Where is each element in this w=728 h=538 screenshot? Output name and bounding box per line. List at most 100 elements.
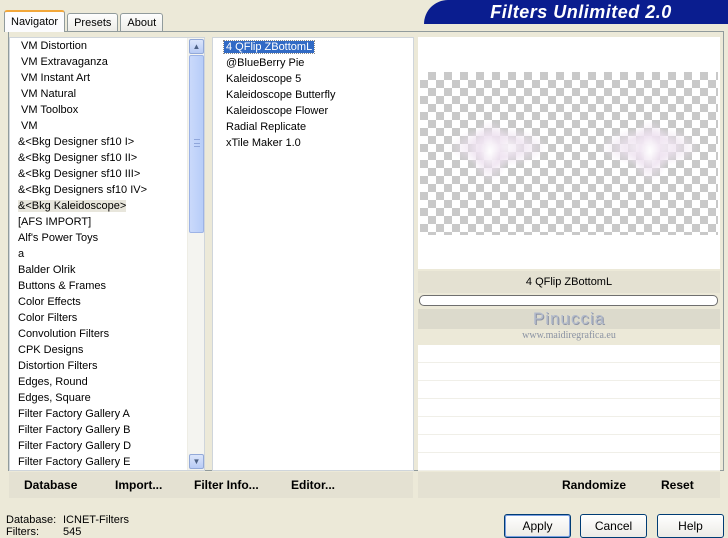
tab-about[interactable]: About	[120, 13, 164, 32]
filter-item[interactable]: xTile Maker 1.0	[213, 135, 413, 151]
category-item[interactable]: Buttons & Frames	[10, 278, 187, 294]
filter-item-label: xTile Maker 1.0	[226, 137, 301, 149]
category-item-label: Buttons & Frames	[18, 280, 107, 292]
scroll-up-icon[interactable]: ▲	[189, 39, 204, 54]
bottom-toolbar: Database Import... Filter Info... Editor…	[9, 472, 720, 498]
filter-item[interactable]: 4 QFlip ZBottomL	[213, 39, 413, 55]
category-item-label: Color Filters	[18, 312, 78, 324]
category-item-label: VM Extravaganza	[21, 56, 108, 68]
parameter-rows	[418, 329, 720, 471]
status-info: Database: ICNET-Filters Filters: 545	[6, 514, 129, 538]
preview-panel: 4 QFlip ZBottomL Pinuccia www.maidiregra…	[418, 37, 720, 471]
watermark: Pinuccia www.maidiregrafica.eu	[418, 309, 720, 341]
filter-item[interactable]: Kaleidoscope Flower	[213, 103, 413, 119]
scroll-thumb[interactable]	[189, 55, 204, 233]
filter-item-label: Kaleidoscope Flower	[226, 105, 329, 117]
category-item[interactable]: [AFS IMPORT]	[10, 214, 187, 230]
category-item[interactable]: Distortion Filters	[10, 358, 187, 374]
category-item[interactable]: &<Bkg Designer sf10 II>	[10, 150, 187, 166]
cancel-button[interactable]: Cancel	[580, 514, 647, 538]
watermark-name: Pinuccia	[532, 309, 606, 328]
category-item[interactable]: Edges, Round	[10, 374, 187, 390]
category-item-label: VM Instant Art	[21, 72, 91, 84]
category-item[interactable]: VM Instant Art	[10, 70, 187, 86]
category-item[interactable]: VM Extravaganza	[10, 54, 187, 70]
category-item-label: Filter Factory Gallery A	[18, 408, 130, 420]
category-item-label: Convolution Filters	[18, 328, 110, 340]
apply-button[interactable]: Apply	[504, 514, 571, 538]
filter-item[interactable]: @BlueBerry Pie	[213, 55, 413, 71]
category-item-label: Alf's Power Toys	[18, 232, 99, 244]
category-item[interactable]: &<Bkg Designer sf10 III>	[10, 166, 187, 182]
category-item[interactable]: &<Bkg Designer sf10 I>	[10, 134, 187, 150]
category-item-label: VM Natural	[21, 88, 77, 100]
filter-item-label: Kaleidoscope 5	[226, 73, 302, 85]
category-item-label: &<Bkg Designer sf10 II>	[18, 152, 138, 164]
category-item[interactable]: Filter Factory Gallery A	[10, 406, 187, 422]
category-scrollbar[interactable]: ▲ ▼	[187, 38, 204, 470]
category-items: VM Distortion VM Extravaganza VM Instant A…	[10, 38, 187, 470]
category-item-label: [AFS IMPORT]	[18, 216, 92, 228]
category-item-label: Filter Factory Gallery E	[18, 456, 131, 468]
category-item[interactable]: VM Natural	[10, 86, 187, 102]
scroll-down-icon[interactable]: ▼	[189, 454, 204, 469]
tab-strip: Navigator Presets About	[4, 10, 165, 32]
filter-list[interactable]: 4 QFlip ZBottomL @BlueBerry Pie Kaleidosco…	[212, 37, 414, 471]
preview-image	[420, 72, 718, 235]
filter-item[interactable]: Kaleidoscope 5	[213, 71, 413, 87]
app-title-banner: Filters Unlimited 2.0	[424, 0, 728, 24]
filter-item[interactable]: Radial Replicate	[213, 119, 413, 135]
category-list[interactable]: VM Distortion VM Extravaganza VM Instant A…	[9, 37, 205, 471]
category-item[interactable]: Convolution Filters	[10, 326, 187, 342]
filter-items: 4 QFlip ZBottomL @BlueBerry Pie Kaleidosco…	[213, 38, 413, 151]
category-item[interactable]: Alf's Power Toys	[10, 230, 187, 246]
category-item-label: &<Bkg Designers sf10 IV>	[18, 184, 148, 196]
category-item[interactable]: VM	[10, 118, 187, 134]
category-item[interactable]: Balder Olrik	[10, 262, 187, 278]
category-item-label: &<Bkg Kaleidoscope>	[18, 200, 127, 212]
category-item-label: Color Effects	[18, 296, 81, 308]
category-item[interactable]: &<Bkg Kaleidoscope>	[10, 198, 187, 214]
filter-info-button[interactable]: Filter Info...	[194, 478, 259, 492]
category-item[interactable]: Filter Factory Gallery B	[10, 422, 187, 438]
editor-button[interactable]: Editor...	[291, 478, 335, 492]
progress-bar	[419, 295, 718, 306]
category-item[interactable]: Edges, Square	[10, 390, 187, 406]
database-value: ICNET-Filters	[63, 514, 129, 526]
category-item[interactable]: CPK Designs	[10, 342, 187, 358]
category-item-label: VM Toolbox	[21, 104, 79, 116]
filters-count-value: 545	[63, 526, 82, 538]
toolbar-separator	[413, 472, 418, 498]
category-item-label: CPK Designs	[18, 344, 84, 356]
category-item[interactable]: Filter Factory Gallery E	[10, 454, 187, 470]
database-button[interactable]: Database	[24, 478, 77, 492]
category-item-label: Filter Factory Gallery D	[18, 440, 132, 452]
filter-item-label: Kaleidoscope Butterfly	[226, 89, 336, 101]
tab-navigator[interactable]: Navigator	[4, 10, 66, 32]
filter-item-label: Radial Replicate	[226, 121, 307, 133]
preview-area	[418, 37, 720, 269]
category-item[interactable]: Filter Factory Gallery D	[10, 438, 187, 454]
filter-item-label: 4 QFlip ZBottomL	[222, 40, 316, 54]
category-item-label: Filter Factory Gallery B	[18, 424, 131, 436]
randomize-button[interactable]: Randomize	[562, 478, 626, 492]
category-item[interactable]: Color Effects	[10, 294, 187, 310]
category-item[interactable]: a	[10, 246, 187, 262]
tab-presets[interactable]: Presets	[67, 13, 119, 32]
category-item-label: a	[18, 248, 25, 260]
reset-button[interactable]: Reset	[661, 478, 694, 492]
filter-item[interactable]: Kaleidoscope Butterfly	[213, 87, 413, 103]
category-item[interactable]: Color Filters	[10, 310, 187, 326]
category-item-label: VM	[21, 120, 38, 132]
category-item[interactable]: VM Toolbox	[10, 102, 187, 118]
current-filter-name: 4 QFlip ZBottomL	[418, 271, 720, 293]
category-item-label: Edges, Round	[18, 376, 88, 388]
category-item[interactable]: VM Distortion	[10, 38, 187, 54]
category-item-label: &<Bkg Designer sf10 I>	[18, 136, 135, 148]
database-label: Database:	[6, 514, 57, 526]
import-button[interactable]: Import...	[115, 478, 162, 492]
category-item-label: Balder Olrik	[18, 264, 76, 276]
help-button[interactable]: Help	[657, 514, 724, 538]
category-item-label: Distortion Filters	[18, 360, 98, 372]
category-item[interactable]: &<Bkg Designers sf10 IV>	[10, 182, 187, 198]
